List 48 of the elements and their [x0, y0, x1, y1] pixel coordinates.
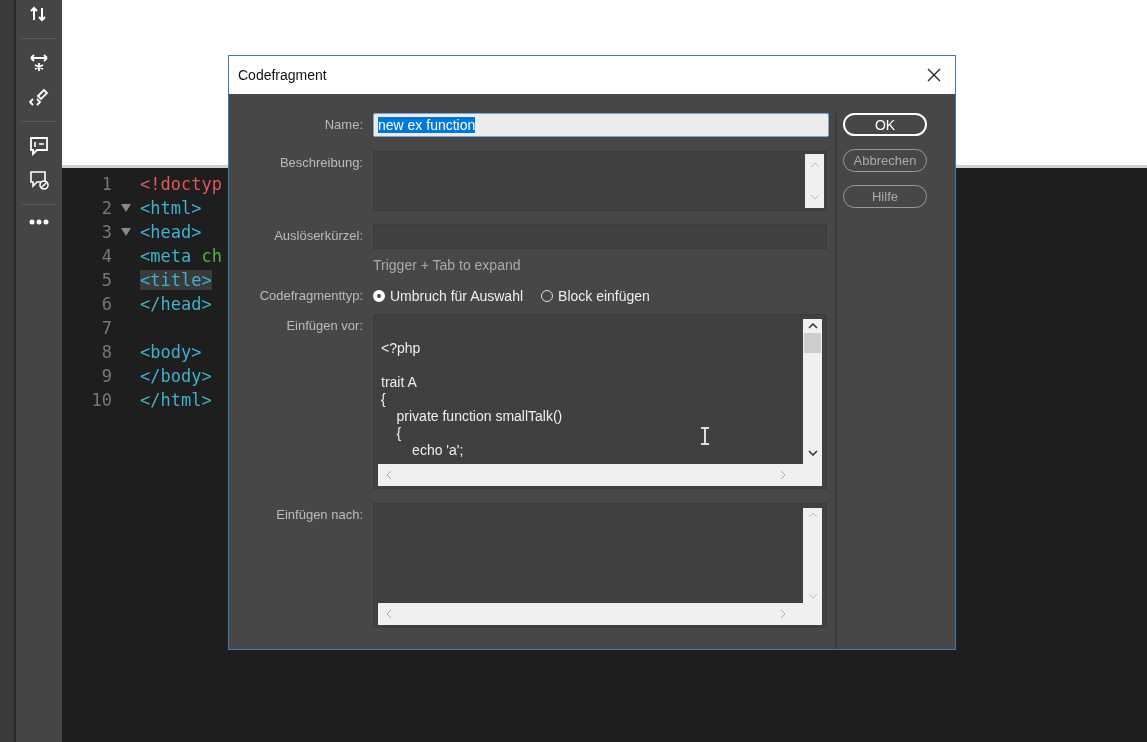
- line-number: 6: [100, 294, 112, 314]
- vertical-scrollbar[interactable]: [803, 319, 822, 464]
- name-field[interactable]: new ex function: [373, 113, 829, 137]
- field-label: Einfügen vor:: [285, 317, 364, 335]
- ok-button[interactable]: OK: [843, 113, 927, 136]
- insert-before-field[interactable]: <?php trait A { private function smallTalk() { echo 'a';: [373, 314, 827, 489]
- remove-comment-icon[interactable]: [29, 170, 49, 190]
- code-text: <?php trait A { private function smallTalk() { echo 'a';: [381, 340, 563, 459]
- radio-option[interactable]: Block einfügen: [541, 284, 650, 308]
- hint-text: Trigger + Tab to expand: [373, 256, 521, 275]
- code-line: <head>: [140, 222, 202, 242]
- line-number: 4: [100, 246, 112, 266]
- field-label: Name:: [323, 116, 364, 134]
- text-cursor-icon: [700, 427, 710, 445]
- insert-after-field[interactable]: [373, 503, 827, 628]
- code-line: </body>: [140, 366, 212, 386]
- code-line: <meta ch: [140, 246, 222, 266]
- line-number: 2: [100, 198, 112, 218]
- expand-asterisk-icon[interactable]: [29, 53, 49, 73]
- line-number: 1: [100, 174, 112, 194]
- line-number: 5: [100, 270, 112, 290]
- dialog-title: Codefragment: [238, 67, 327, 83]
- field-label: Einfügen nach:: [275, 506, 364, 524]
- line-number: 7: [100, 318, 112, 338]
- scroll-thumb[interactable]: [804, 333, 821, 353]
- close-icon[interactable]: [927, 68, 941, 82]
- comment-icon[interactable]: [29, 136, 49, 156]
- description-field[interactable]: [373, 151, 827, 211]
- fold-triangle-icon[interactable]: [121, 204, 131, 212]
- chevron-up-icon[interactable]: [807, 323, 818, 329]
- chevron-down-icon[interactable]: [807, 450, 818, 456]
- code-line: <body>: [140, 342, 202, 362]
- code-brush-icon[interactable]: [29, 87, 49, 107]
- field-label: Beschreibung:: [278, 154, 364, 172]
- fold-triangle-icon[interactable]: [121, 228, 131, 236]
- code-line: </html>: [140, 390, 212, 410]
- field-label: Auslöserkürzel:: [273, 227, 364, 245]
- code-line: </head>: [140, 294, 212, 314]
- code-line: <!doctyp: [140, 174, 222, 194]
- field-label: Codefragmenttyp:: [258, 287, 364, 305]
- more-icon[interactable]: [29, 219, 49, 225]
- line-number: 3: [100, 222, 112, 242]
- line-number: 8: [100, 342, 112, 362]
- line-number: 10: [90, 390, 112, 410]
- radio-option[interactable]: Umbruch für Auswahl: [373, 284, 524, 308]
- line-number: 9: [100, 366, 112, 386]
- sort-arrows-icon[interactable]: [29, 4, 49, 24]
- code-line: <html>: [140, 198, 202, 218]
